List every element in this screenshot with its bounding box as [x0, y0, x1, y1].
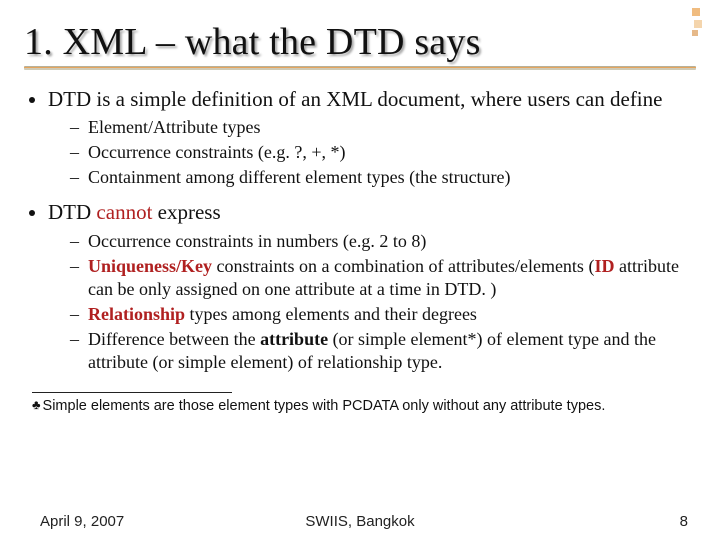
footer-page: 8 [680, 513, 688, 530]
footnote-mark-icon: ♣ [32, 397, 41, 412]
footnote-text: Simple elements are those element types … [43, 398, 606, 414]
b2-em: cannot [96, 200, 152, 224]
b2-sub-2: Uniqueness/Key constraints on a combinat… [74, 255, 696, 301]
b2s4-attr: attribute [260, 329, 328, 349]
b2s2-id: ID [594, 256, 614, 276]
footnote-rule [32, 392, 232, 393]
b2-sub-4: Difference between the attribute (or sim… [74, 328, 696, 374]
b2-sub-3: Relationship types among elements and th… [74, 303, 696, 326]
bullet-1-text: DTD is a simple definition of an XML doc… [48, 87, 662, 111]
b1-sub-1: Element/Attribute types [74, 116, 696, 139]
b1-sub-2: Occurrence constraints (e.g. ?, +, *) [74, 141, 696, 164]
title-underline [24, 66, 696, 70]
b2-post: express [152, 200, 220, 224]
b2-sub-1: Occurrence constraints in numbers (e.g. … [74, 230, 696, 253]
footer-venue: SWIIS, Bangkok [0, 513, 720, 530]
slide: 1. XML – what the DTD says DTD is a simp… [0, 0, 720, 540]
content-body: DTD is a simple definition of an XML doc… [24, 86, 696, 374]
b2s2-key: Uniqueness/Key [88, 256, 212, 276]
b2-pre: DTD [48, 200, 96, 224]
b2s3-key: Relationship [88, 304, 185, 324]
bullet-2: DTD cannot express Occurrence constraint… [48, 199, 696, 373]
corner-decor [686, 6, 702, 66]
b2s4-a: Difference between the [88, 329, 260, 349]
b2s2-b: constraints on a combination of attribut… [212, 256, 594, 276]
footnote: ♣Simple elements are those element types… [32, 397, 696, 414]
bullet-1-sub: Element/Attribute types Occurrence const… [48, 116, 696, 189]
bullet-2-sub: Occurrence constraints in numbers (e.g. … [48, 230, 696, 374]
b1-sub-3: Containment among different element type… [74, 166, 696, 189]
slide-title: 1. XML – what the DTD says [24, 20, 696, 64]
bullet-1: DTD is a simple definition of an XML doc… [48, 86, 696, 189]
b2s3-rest: types among elements and their degrees [185, 304, 477, 324]
